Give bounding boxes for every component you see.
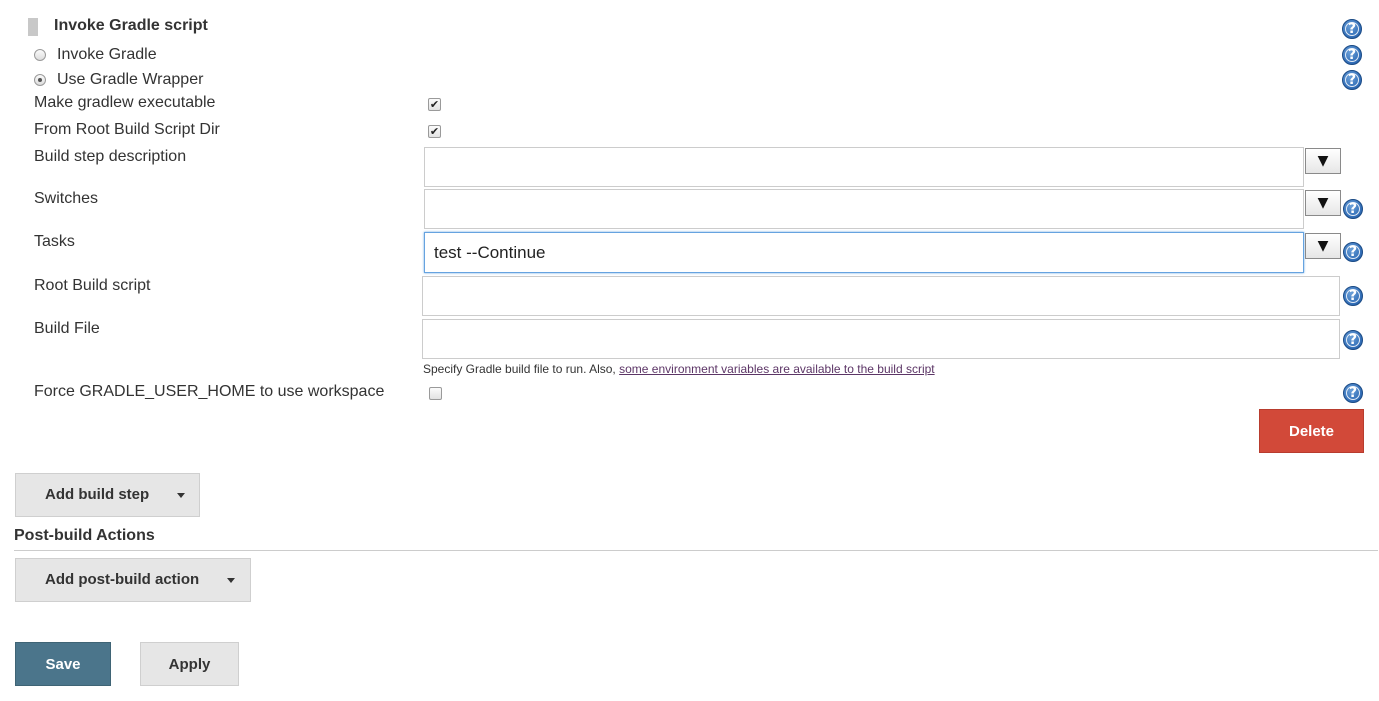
post-build-title: Post-build Actions <box>14 527 155 544</box>
make-executable-checkbox[interactable]: ✔ <box>428 98 441 111</box>
section-title: Invoke Gradle script <box>54 17 208 34</box>
root-build-script-label: Root Build script <box>34 277 151 294</box>
help-icon[interactable]: ? <box>1343 330 1363 350</box>
apply-button[interactable]: Apply <box>140 642 239 686</box>
help-glyph: ? <box>1348 385 1358 401</box>
help-icon[interactable]: ? <box>1342 45 1362 65</box>
help-icon[interactable]: ? <box>1343 286 1363 306</box>
check-glyph: ✔ <box>429 125 440 138</box>
root-build-script-input[interactable] <box>422 276 1340 316</box>
env-variables-link[interactable]: some environment variables are available… <box>619 362 935 376</box>
help-glyph: ? <box>1348 244 1358 260</box>
force-gradle-home-label: Force GRADLE_USER_HOME to use workspace <box>34 383 385 400</box>
build-file-input[interactable] <box>422 319 1340 359</box>
help-icon[interactable]: ? <box>1342 70 1362 90</box>
chevron-down-icon <box>227 577 236 583</box>
help-glyph: ? <box>1348 332 1358 348</box>
tasks-label: Tasks <box>34 233 75 250</box>
add-post-build-action-button[interactable]: Add post-build action <box>15 558 251 602</box>
add-build-step-label: Add build step <box>45 486 150 503</box>
radio-invoke-gradle[interactable] <box>34 49 46 61</box>
section-divider <box>14 550 1378 551</box>
help-glyph: ? <box>1347 47 1357 63</box>
from-root-checkbox[interactable]: ✔ <box>428 125 441 138</box>
switches-label: Switches <box>34 190 99 207</box>
radio-use-gradle-wrapper-label: Use Gradle Wrapper <box>57 71 204 88</box>
expand-arrow-icon[interactable]: ▼ <box>1305 190 1341 216</box>
build-file-label: Build File <box>34 320 100 337</box>
build-file-hint: Specify Gradle build file to run. Also, … <box>423 362 935 376</box>
switches-input[interactable] <box>424 189 1304 229</box>
help-icon[interactable]: ? <box>1343 242 1363 262</box>
drag-handle-icon[interactable] <box>28 18 38 36</box>
help-icon[interactable]: ? <box>1343 383 1363 403</box>
save-button[interactable]: Save <box>15 642 111 686</box>
add-post-build-action-label: Add post-build action <box>45 571 200 588</box>
help-glyph: ? <box>1348 288 1358 304</box>
help-glyph: ? <box>1347 72 1357 88</box>
help-icon[interactable]: ? <box>1342 19 1362 39</box>
tasks-input[interactable] <box>424 232 1304 273</box>
help-glyph: ? <box>1347 21 1357 37</box>
help-glyph: ? <box>1348 201 1358 217</box>
build-file-hint-text: Specify Gradle build file to run. Also, <box>423 362 616 376</box>
build-step-description-label: Build step description <box>34 148 187 165</box>
radio-use-gradle-wrapper[interactable] <box>34 74 46 86</box>
chevron-down-icon <box>177 492 186 498</box>
expand-arrow-icon[interactable]: ▼ <box>1305 148 1341 174</box>
check-glyph: ✔ <box>429 98 440 111</box>
expand-arrow-icon[interactable]: ▼ <box>1305 233 1341 259</box>
delete-button[interactable]: Delete <box>1259 409 1364 453</box>
help-icon[interactable]: ? <box>1343 199 1363 219</box>
from-root-label: From Root Build Script Dir <box>34 121 220 138</box>
build-step-description-input[interactable] <box>424 147 1304 187</box>
radio-invoke-gradle-label: Invoke Gradle <box>57 46 157 63</box>
add-build-step-button[interactable]: Add build step <box>15 473 200 517</box>
force-gradle-home-checkbox[interactable] <box>429 387 442 400</box>
make-executable-label: Make gradlew executable <box>34 94 216 111</box>
